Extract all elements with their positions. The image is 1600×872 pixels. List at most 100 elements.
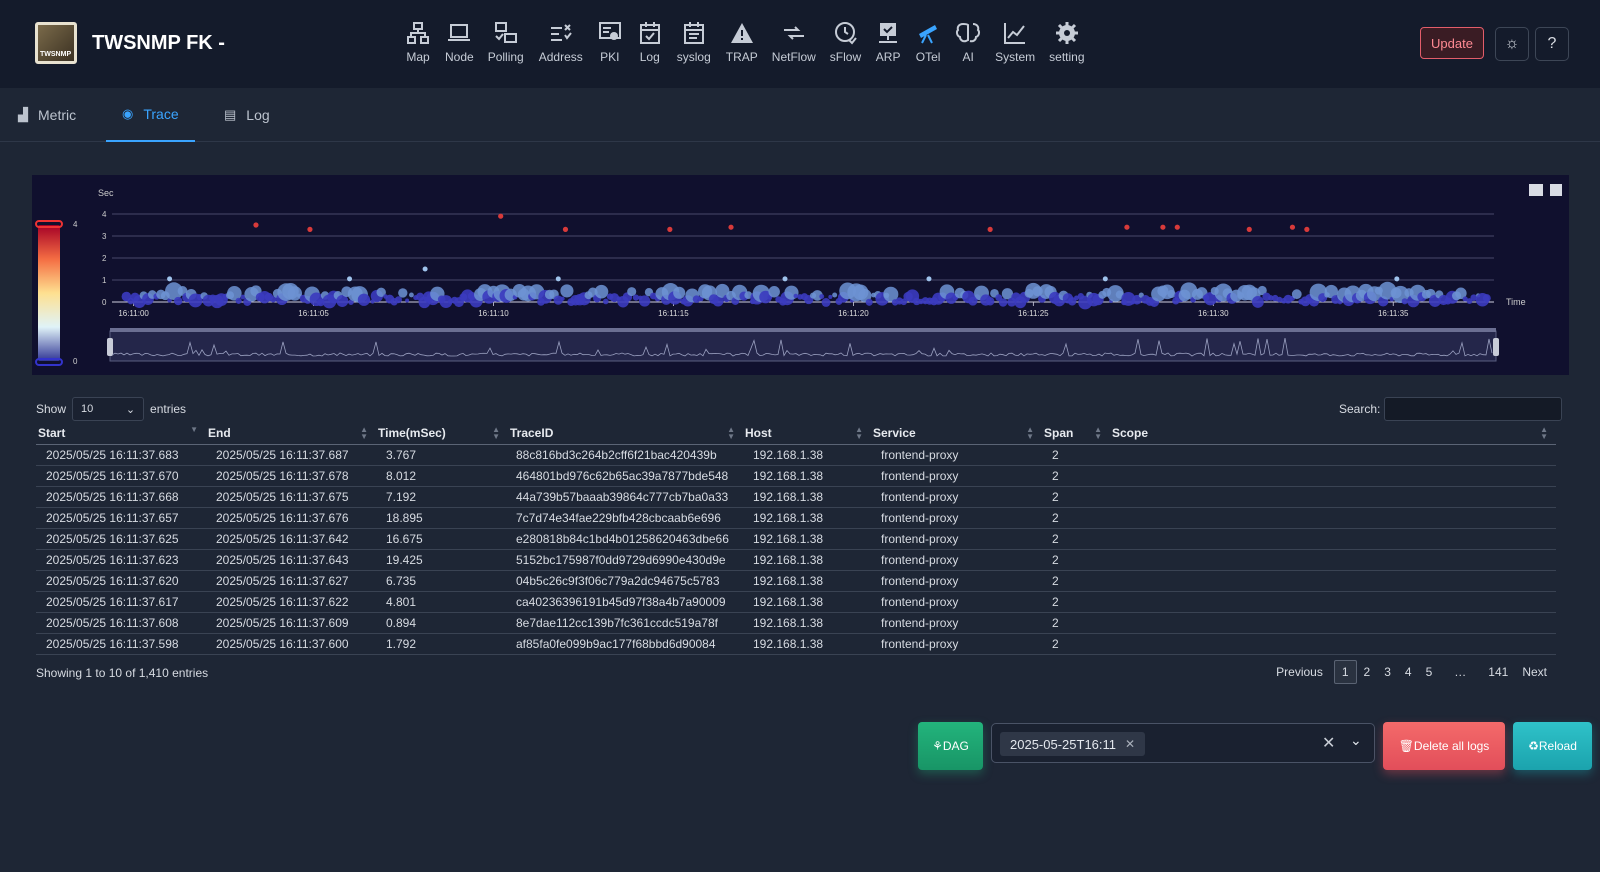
nav-node[interactable]: Node xyxy=(445,20,474,64)
pager-page[interactable]: 1 xyxy=(1333,660,1357,684)
trace-point xyxy=(173,296,183,306)
pager-page[interactable]: 141 xyxy=(1481,661,1515,683)
datazoom-bar[interactable] xyxy=(110,328,1496,332)
y-tick-label: 1 xyxy=(102,276,107,285)
nav-sflow[interactable]: sFlow xyxy=(830,20,861,64)
restore-icon[interactable] xyxy=(1550,184,1562,196)
table-row[interactable]: 2025/05/25 16:11:37.623 2025/05/25 16:11:… xyxy=(36,549,1556,571)
cell-host: 192.168.1.38 xyxy=(743,633,871,655)
entries-length-select[interactable]: 10 ⌄ xyxy=(72,397,145,421)
delete-label: Delete all logs xyxy=(1413,739,1490,753)
outlier-points xyxy=(253,213,1310,232)
warning-icon xyxy=(730,23,753,43)
time-filter-select[interactable]: 2025-05-25T16:11 ✕ ✕ ⌄ xyxy=(991,723,1375,763)
pager-page[interactable]: 2 xyxy=(1357,661,1378,683)
dag-button[interactable]: ⚘ DAG xyxy=(918,722,983,770)
nav-polling[interactable]: Polling xyxy=(488,20,524,64)
table-row[interactable]: 2025/05/25 16:11:37.598 2025/05/25 16:11:… xyxy=(36,633,1556,655)
nav-label: Address xyxy=(538,50,583,64)
pager-page[interactable]: 5 xyxy=(1419,661,1440,683)
laptop-icon xyxy=(448,24,471,41)
table-row[interactable]: 2025/05/25 16:11:37.608 2025/05/25 16:11:… xyxy=(36,612,1556,634)
clear-icon[interactable]: ✕ xyxy=(1322,733,1335,753)
datazoom-right-handle[interactable] xyxy=(1493,338,1499,356)
table-row[interactable]: 2025/05/25 16:11:37.620 2025/05/25 16:11:… xyxy=(36,570,1556,592)
cell-service: frontend-proxy xyxy=(871,465,1042,487)
nav-setting[interactable]: setting xyxy=(1049,20,1085,64)
tab-trace[interactable]: ◉ Trace xyxy=(106,88,195,142)
table-row[interactable]: 2025/05/25 16:11:37.625 2025/05/25 16:11:… xyxy=(36,528,1556,550)
col-host[interactable]: Host ▲ ▼ xyxy=(743,422,871,445)
cell-host: 192.168.1.38 xyxy=(743,507,871,529)
nav-trap[interactable]: TRAP xyxy=(726,20,758,64)
trace-point xyxy=(768,286,780,298)
visualmap-bottom-handle[interactable] xyxy=(35,358,63,366)
nav-label: syslog xyxy=(676,50,711,64)
delete-all-logs-button[interactable]: 🗑 Delete all logs xyxy=(1383,722,1505,770)
table-row[interactable]: 2025/05/25 16:11:37.670 2025/05/25 16:11:… xyxy=(36,465,1556,487)
search-input[interactable] xyxy=(1384,397,1563,421)
cell-host: 192.168.1.38 xyxy=(743,591,871,613)
col-scope[interactable]: Scope ▲ ▼ xyxy=(1110,422,1556,445)
col-span[interactable]: Span ▲ ▼ xyxy=(1042,422,1110,445)
pager-page[interactable]: 4 xyxy=(1398,661,1419,683)
cell-start: 2025/05/25 16:11:37.623 xyxy=(36,549,206,571)
chevron-down-icon[interactable]: ⌄ xyxy=(1350,732,1362,749)
cell-scope xyxy=(1110,507,1556,529)
nav-system[interactable]: System xyxy=(995,20,1035,64)
help-button[interactable]: ? xyxy=(1535,27,1569,61)
pager-page[interactable]: 3 xyxy=(1377,661,1398,683)
update-button[interactable]: Update xyxy=(1420,27,1484,59)
outlier-point xyxy=(987,226,993,232)
nav-otel[interactable]: OTel xyxy=(915,20,941,64)
table-row[interactable]: 2025/05/25 16:11:37.668 2025/05/25 16:11:… xyxy=(36,486,1556,508)
pager-previous[interactable]: Previous xyxy=(1269,661,1330,683)
datazoom-left-handle[interactable] xyxy=(107,338,113,356)
y-tick-label: 0 xyxy=(102,298,107,307)
cell-service: frontend-proxy xyxy=(871,612,1042,634)
nav-map[interactable]: Map xyxy=(405,20,431,64)
nav-ai[interactable]: AI xyxy=(955,20,981,64)
col-end[interactable]: End ▲ ▼ xyxy=(206,422,376,445)
tab-metric[interactable]: ▟ Metric xyxy=(18,88,76,142)
cell-time: 1.792 xyxy=(376,633,508,655)
theme-toggle-button[interactable]: ☼ xyxy=(1495,27,1529,61)
x-tick-label: 16:11:00 xyxy=(118,309,149,318)
datazoom-slider[interactable] xyxy=(109,330,1497,362)
cell-end: 2025/05/25 16:11:37.642 xyxy=(206,528,376,550)
nav-arp[interactable]: ARP xyxy=(875,20,901,64)
col-traceid[interactable]: TraceID ▲ ▼ xyxy=(508,422,743,445)
cell-end: 2025/05/25 16:11:37.675 xyxy=(206,486,376,508)
nav-log[interactable]: Log xyxy=(637,20,663,64)
table-row[interactable]: 2025/05/25 16:11:37.617 2025/05/25 16:11:… xyxy=(36,591,1556,613)
visualmap-top-handle[interactable] xyxy=(35,220,63,228)
nav-syslog[interactable]: syslog xyxy=(677,20,711,64)
chip-remove-icon[interactable]: ✕ xyxy=(1125,737,1135,751)
col-span-label: Span xyxy=(1044,425,1074,440)
cell-traceid: 88c816bd3c264b2cff6f21bac420439b xyxy=(508,444,743,466)
cell-start: 2025/05/25 16:11:37.598 xyxy=(36,633,206,655)
zoom-icon[interactable] xyxy=(1529,184,1543,196)
table-row[interactable]: 2025/05/25 16:11:37.657 2025/05/25 16:11:… xyxy=(36,507,1556,529)
table-row[interactable]: 2025/05/25 16:11:37.683 2025/05/25 16:11:… xyxy=(36,444,1556,466)
nav-netflow[interactable]: NetFlow xyxy=(772,20,816,64)
col-start[interactable]: Start ▼ xyxy=(36,422,206,445)
pager-next[interactable]: Next xyxy=(1515,661,1554,683)
nav-pki[interactable]: PKI xyxy=(597,20,623,64)
reload-button[interactable]: ♻ Reload xyxy=(1513,722,1592,770)
trace-point xyxy=(819,294,825,300)
nav-label: TRAP xyxy=(725,50,758,64)
visualmap-bar[interactable] xyxy=(38,225,60,361)
main-nav: Map Node Polling Address PKI Log syslog TRAP Net… xyxy=(405,20,1091,64)
cell-traceid: 8e7dae112cc139b7fc361ccdc519a78f xyxy=(508,612,743,634)
cell-service: frontend-proxy xyxy=(871,549,1042,571)
nav-address[interactable]: Address xyxy=(539,20,583,64)
col-service[interactable]: Service ▲ ▼ xyxy=(871,422,1042,445)
chevron-down-icon: ⌄ xyxy=(125,403,136,416)
tab-log[interactable]: ▤ Log xyxy=(224,88,270,142)
cell-span: 2 xyxy=(1042,591,1110,613)
col-time[interactable]: Time(mSec) ▲ ▼ xyxy=(376,422,508,445)
clock-icon xyxy=(835,22,858,45)
x-tick-labels: 16:11:00 16:11:05 16:11:10 16:11:15 16:11:20… xyxy=(118,302,1409,318)
entries-label: entries xyxy=(150,402,187,416)
